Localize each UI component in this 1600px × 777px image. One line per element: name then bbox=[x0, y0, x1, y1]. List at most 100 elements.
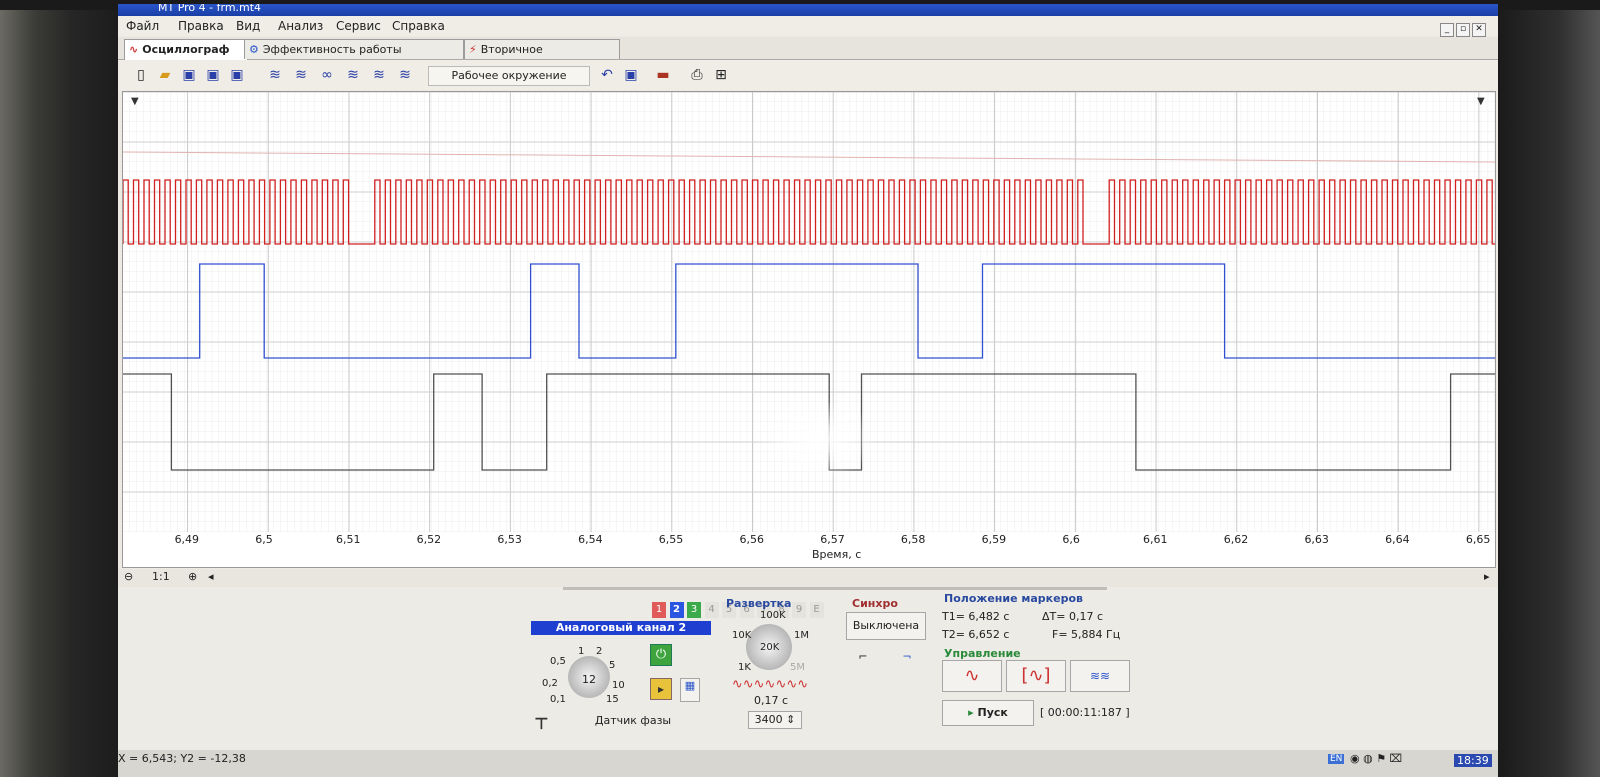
trigger-marker-icon: ▼ bbox=[131, 96, 139, 107]
environment-select[interactable]: Рабочее окружение bbox=[428, 66, 590, 86]
overlay-icon[interactable]: ≋ bbox=[292, 66, 310, 84]
close-icon[interactable]: ✕ bbox=[1472, 23, 1486, 37]
tab-secondary-voltage[interactable]: ⚡Вторичное напряжение bbox=[464, 39, 620, 75]
sweep-knob-value: 20K bbox=[760, 642, 780, 653]
end-marker-icon: ▼ bbox=[1477, 96, 1485, 107]
monitor-bezel-left bbox=[0, 0, 120, 777]
x-axis: 6,49 6,5 6,51 6,52 6,53 6,54 6,55 6,56 6,57 6,58 6… bbox=[122, 529, 1494, 563]
tab-cylinder-efficiency[interactable]: ⚙Эффективность работы цилиндров bbox=[244, 39, 464, 75]
tab-oscilloscope-label: Осциллограф bbox=[142, 43, 230, 56]
falling-edge-icon[interactable]: ¬ bbox=[898, 650, 916, 668]
minimize-icon[interactable]: _ bbox=[1440, 23, 1454, 37]
zoom-in-icon[interactable]: ⊕ bbox=[188, 570, 197, 583]
scale-0-2: 0,2 bbox=[542, 678, 558, 689]
scroll-left-icon[interactable]: ◂ bbox=[208, 570, 214, 583]
save-env-icon[interactable]: ▣ bbox=[622, 66, 640, 84]
sweep-label-5m: 5M bbox=[790, 662, 805, 673]
info-icon[interactable]: ≋ bbox=[370, 66, 388, 84]
calculator-icon[interactable]: ▦ bbox=[680, 678, 700, 702]
x-tick-label: 6,63 bbox=[1304, 533, 1329, 546]
filter-icon[interactable]: ≋ bbox=[344, 66, 362, 84]
sweep-title: Развертка bbox=[726, 597, 792, 610]
scale-0-5: 0,5 bbox=[550, 656, 566, 667]
x-tick-label: 6,51 bbox=[335, 533, 361, 546]
x-axis-title: Время, с bbox=[812, 548, 862, 561]
control-title: Управление bbox=[944, 647, 1021, 660]
window-controls: _ ▫ ✕ bbox=[1438, 20, 1486, 37]
restore-icon[interactable]: ▫ bbox=[1456, 23, 1470, 37]
language-indicator[interactable]: EN bbox=[1328, 754, 1345, 764]
zoom-bar: ⊖ 1:1 ⊕ ◂ ▸ bbox=[118, 569, 1498, 587]
x-tick-label: 6,54 bbox=[578, 533, 603, 546]
tab-oscilloscope[interactable]: ∿ Осциллограф bbox=[124, 39, 248, 60]
mode-single-wave-icon[interactable]: ∿ bbox=[942, 660, 1002, 692]
scroll-right-icon[interactable]: ▸ bbox=[1484, 570, 1490, 583]
x-tick-label: 6,52 bbox=[416, 533, 442, 546]
channel-3-button[interactable]: 3 bbox=[687, 602, 701, 618]
zoom-ratio[interactable]: 1:1 bbox=[152, 570, 170, 583]
tray-icons[interactable]: ◉ ◍ ⚑ ⌧ bbox=[1350, 752, 1402, 765]
save-as-icon[interactable]: ▣ bbox=[204, 66, 222, 84]
scale-1: 1 bbox=[578, 646, 585, 657]
volts-knob-value: 12 bbox=[582, 673, 596, 686]
save-icon[interactable]: ▣ bbox=[180, 66, 198, 84]
undo-icon[interactable]: ↶ bbox=[598, 66, 616, 84]
menu-service[interactable]: Сервис bbox=[336, 19, 381, 33]
menu-bar: Файл Правка Вид Анализ Сервис Справка bbox=[118, 16, 1498, 36]
rising-edge-icon[interactable]: ⌐ bbox=[854, 650, 872, 668]
toolbar: ▯ ▰ ▣ ▣ ▣ ≋ ≋ ∞ ≋ ≋ ≋ Рабочее окружение … bbox=[118, 60, 1498, 90]
run-timer: [ 00:00:11:187 ] bbox=[1040, 706, 1130, 719]
link-icon[interactable]: ∞ bbox=[318, 66, 336, 84]
scale-0-1: 0,1 bbox=[550, 694, 566, 705]
sweep-label-100k: 100K bbox=[760, 610, 786, 621]
sweep-label-10k: 10K bbox=[732, 630, 752, 641]
car-icon[interactable]: ▬ bbox=[654, 66, 672, 84]
power-button[interactable]: ⏻ bbox=[650, 644, 672, 666]
marker-t1: T1= 6,482 с bbox=[942, 610, 1010, 623]
mode-window-wave-icon[interactable]: [∿] bbox=[1006, 660, 1066, 692]
sweep-label-1m: 1M bbox=[794, 630, 809, 641]
x-tick-label: 6,57 bbox=[820, 533, 845, 546]
tab-bar: ∿Осциллограф ⚙Эффективность работы цилин… bbox=[118, 37, 1498, 75]
new-file-icon[interactable]: ▯ bbox=[132, 66, 150, 84]
menu-help[interactable]: Справка bbox=[392, 19, 445, 33]
oscilloscope-plot[interactable]: ▼ ▼ bbox=[122, 91, 1496, 568]
channel-E-button[interactable]: E bbox=[809, 602, 824, 618]
save-all-icon[interactable]: ▣ bbox=[228, 66, 246, 84]
engine-icon: ⚙ bbox=[249, 43, 259, 56]
settings-wave-icon[interactable]: ≋ bbox=[396, 66, 414, 84]
x-tick-label: 6,6 bbox=[1062, 533, 1080, 546]
x-tick-label: 6,65 bbox=[1465, 533, 1491, 546]
grid-icon[interactable]: ⊞ bbox=[712, 66, 730, 84]
print-icon[interactable]: ⎙ bbox=[688, 66, 706, 84]
minor-grid bbox=[123, 92, 1495, 532]
channel-1-button[interactable]: 1 bbox=[652, 602, 666, 618]
menu-analysis[interactable]: Анализ bbox=[278, 19, 323, 33]
zoom-out-icon[interactable]: ⊖ bbox=[124, 570, 133, 583]
menu-edit[interactable]: Правка bbox=[178, 19, 224, 33]
menu-file[interactable]: Файл bbox=[126, 19, 159, 33]
plot-svg: ▼ ▼ bbox=[122, 91, 1496, 532]
sensor-select[interactable]: Датчик фазы bbox=[558, 710, 708, 732]
channel-9-button[interactable]: 9 bbox=[792, 602, 806, 618]
menu-view[interactable]: Вид bbox=[236, 19, 260, 33]
control-panel bbox=[118, 587, 1498, 758]
channel-4-button[interactable]: 4 bbox=[704, 602, 719, 618]
x-tick-label: 6,55 bbox=[658, 533, 684, 546]
samples-stepper[interactable]: 3400 ⇕ bbox=[748, 711, 802, 729]
scale-2: 2 bbox=[596, 646, 603, 657]
mode-recorder-icon[interactable]: ≋≋ bbox=[1070, 660, 1130, 692]
markers-title: Положение маркеров bbox=[944, 592, 1083, 605]
open-folder-icon[interactable]: ▰ bbox=[156, 66, 174, 84]
channel-2-button[interactable]: 2 bbox=[669, 602, 684, 618]
panel-scrollbar[interactable] bbox=[563, 587, 1107, 590]
sweep-label-1k: 1K bbox=[738, 662, 751, 673]
app-window: MT Pro 4 - frm.mt4 Файл Правка Вид Анали… bbox=[118, 4, 1498, 777]
sync-mode-select[interactable]: Выключена bbox=[846, 612, 926, 640]
x-tick-label: 6,62 bbox=[1223, 533, 1249, 546]
x-tick-label: 6,53 bbox=[497, 533, 522, 546]
trigger-button[interactable]: ▸ bbox=[650, 678, 672, 700]
start-button[interactable]: ▸ Пуск bbox=[942, 700, 1034, 726]
spark-icon: ⚡ bbox=[469, 43, 477, 56]
channels-icon[interactable]: ≋ bbox=[266, 66, 284, 84]
